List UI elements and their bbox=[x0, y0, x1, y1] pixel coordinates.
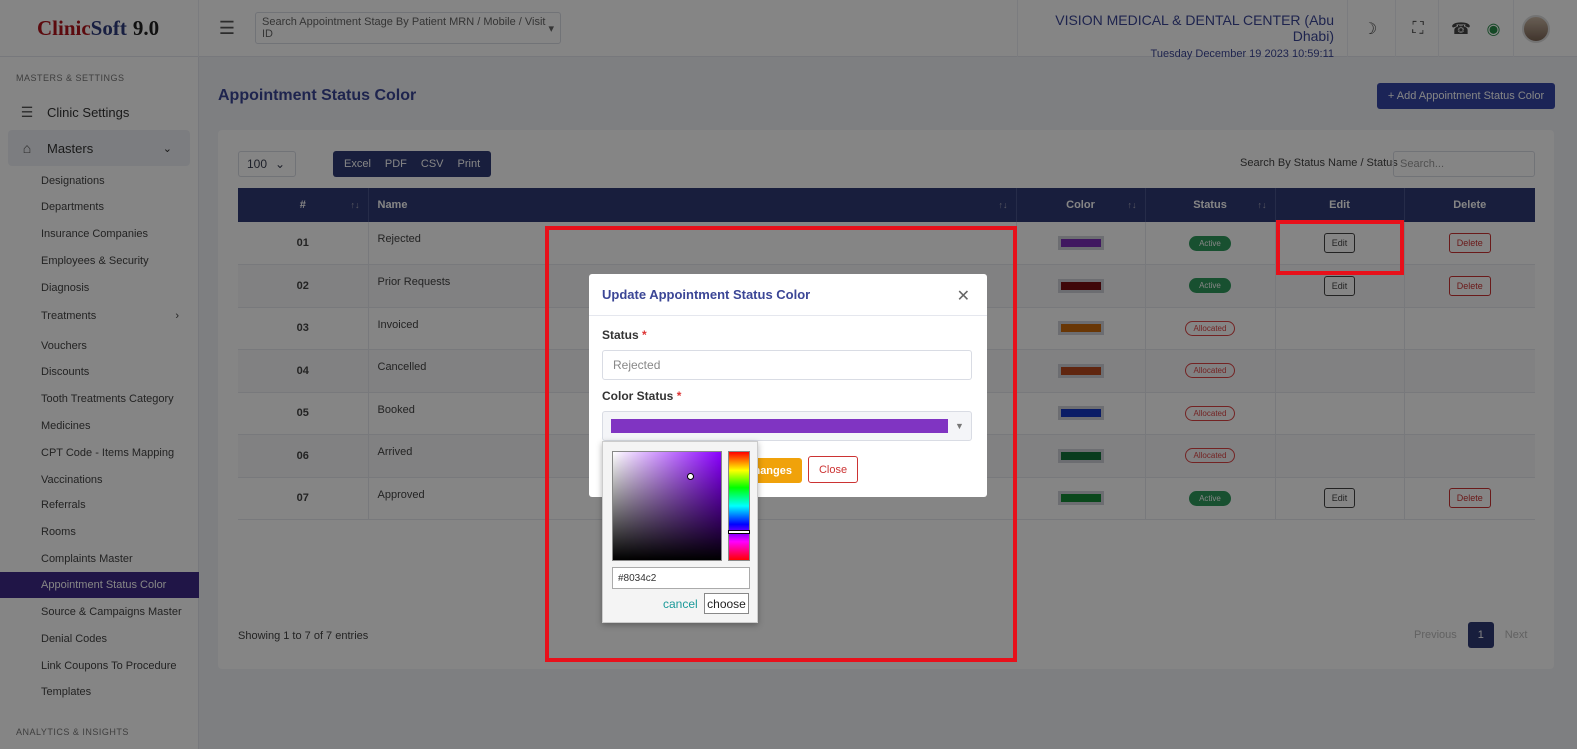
color-cursor[interactable] bbox=[687, 473, 694, 480]
color-preview-bar bbox=[611, 419, 948, 433]
close-button[interactable]: Close bbox=[808, 456, 858, 483]
hue-handle[interactable] bbox=[728, 530, 750, 534]
modal-header: Update Appointment Status Color bbox=[589, 274, 987, 316]
color-input[interactable]: ▼ bbox=[602, 411, 972, 441]
status-field-label: Status * bbox=[602, 328, 647, 342]
saturation-value-area[interactable] bbox=[612, 451, 722, 561]
annotation-box-edit bbox=[1276, 220, 1404, 275]
picker-choose-button[interactable]: choose bbox=[704, 593, 749, 614]
modal-title: Update Appointment Status Color bbox=[602, 287, 811, 302]
color-field-label: Color Status * bbox=[602, 389, 681, 403]
color-picker-popup: #8034c2 cancel choose bbox=[602, 441, 758, 623]
caret-down-icon: ▼ bbox=[955, 421, 964, 431]
status-input[interactable]: Rejected bbox=[602, 350, 972, 380]
picker-cancel-link[interactable]: cancel bbox=[663, 597, 698, 611]
required-mark: * bbox=[642, 328, 647, 342]
close-icon[interactable]: ✕ bbox=[957, 286, 970, 306]
hue-slider[interactable] bbox=[728, 451, 750, 561]
required-mark: * bbox=[676, 389, 682, 403]
label-text: Color Status bbox=[602, 389, 674, 403]
label-text: Status bbox=[602, 328, 639, 342]
hex-input[interactable]: #8034c2 bbox=[612, 567, 750, 589]
